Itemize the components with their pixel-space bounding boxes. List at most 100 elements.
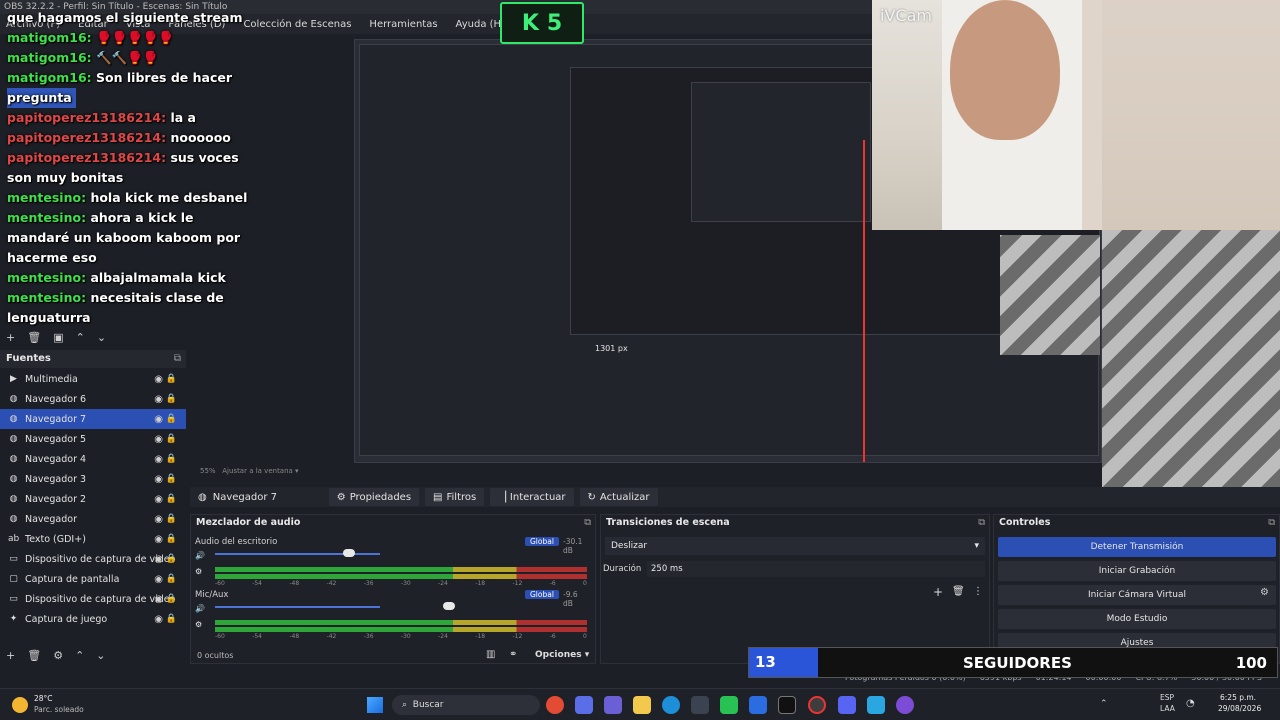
add-icon[interactable]: + — [6, 331, 15, 344]
source-item[interactable]: ab Texto (GDI+) ◉ 🔒 — [0, 529, 186, 549]
eye-icon[interactable]: ◉ — [154, 534, 163, 545]
eye-icon[interactable]: ◉ — [154, 454, 163, 465]
weather-temp[interactable]: 28°C — [34, 694, 53, 703]
lock-icon[interactable]: 🔒 — [166, 454, 177, 464]
source-item[interactable]: ▶ Multimedia ◉ 🔒 — [0, 369, 186, 389]
source-item[interactable]: ◍ Navegador 4 ◉ 🔒 — [0, 449, 186, 469]
move-down-icon[interactable]: ⌄ — [96, 649, 105, 662]
eye-icon[interactable]: ◉ — [154, 514, 163, 525]
properties-button[interactable]: ⚙ Propiedades — [328, 488, 420, 506]
duration-input[interactable]: 250 ms — [647, 561, 985, 577]
edge-icon[interactable] — [662, 696, 680, 714]
refresh-button[interactable]: ↻ Actualizar — [579, 488, 658, 506]
volume-knob[interactable] — [342, 549, 355, 557]
weather-icon[interactable] — [12, 697, 28, 713]
filters-button[interactable]: ▤ Filtros — [425, 488, 485, 506]
volume-slider[interactable] — [215, 553, 380, 555]
move-up-icon[interactable]: ⌃ — [75, 649, 84, 662]
eye-icon[interactable]: ◉ — [154, 394, 163, 405]
clock-date[interactable]: 29/08/2026 — [1218, 704, 1261, 713]
lock-icon[interactable]: 🔒 — [166, 474, 177, 484]
add-source-icon[interactable]: + — [6, 649, 15, 662]
transition-select[interactable]: Deslizar ▾ — [605, 537, 985, 555]
gear-icon[interactable]: ⚙ — [53, 649, 63, 662]
eye-icon[interactable]: ◉ — [154, 434, 163, 445]
tiktok-icon[interactable] — [778, 696, 796, 714]
eye-icon[interactable]: ◉ — [154, 474, 163, 485]
store-icon[interactable] — [691, 696, 709, 714]
folder-icon[interactable] — [633, 696, 651, 714]
lock-icon[interactable]: 🔒 — [166, 494, 177, 504]
control-button[interactable]: Iniciar Grabación — [998, 561, 1276, 581]
lang-indicator-2[interactable]: LAA — [1160, 704, 1175, 713]
source-item[interactable]: ✦ Captura de juego ◉ 🔒 — [0, 609, 186, 629]
wifi-icon[interactable]: ◔ — [1186, 698, 1195, 709]
menu-item[interactable]: Ayuda (H) — [456, 19, 505, 30]
lang-indicator[interactable]: ESP — [1160, 693, 1174, 702]
app-icon-4[interactable] — [896, 696, 914, 714]
eye-icon[interactable]: ◉ — [154, 554, 163, 565]
weather-desc[interactable]: Parc. soleado — [34, 705, 84, 714]
add-transition-icon[interactable]: + — [933, 585, 943, 599]
source-item[interactable]: ◍ Navegador 6 ◉ 🔒 — [0, 389, 186, 409]
menu-item[interactable]: Herramientas — [369, 19, 437, 30]
lock-icon[interactable]: 🔒 — [166, 414, 177, 424]
source-item[interactable]: ◍ Navegador ◉ 🔒 — [0, 509, 186, 529]
control-button[interactable]: Iniciar Cámara Virtual — [998, 585, 1276, 605]
source-item[interactable]: ◍ Navegador 5 ◉ 🔒 — [0, 429, 186, 449]
lock-icon[interactable]: 🔒 — [166, 434, 177, 444]
eye-icon[interactable]: ◉ — [154, 374, 163, 385]
speaker-icon[interactable]: 🔊 — [195, 604, 205, 613]
trash-icon[interactable]: 🗑 — [27, 331, 41, 344]
options-button[interactable]: Opciones ▾ — [535, 650, 589, 660]
volume-knob[interactable] — [443, 602, 456, 610]
source-item[interactable]: ▭ Dispositivo de captura de video ◉ 🔒 — [0, 589, 186, 609]
track-gear-icon[interactable]: ⚙ — [195, 567, 202, 576]
control-button[interactable]: Modo Estudio — [998, 609, 1276, 629]
app-icon-3[interactable] — [867, 696, 885, 714]
lock-icon[interactable]: 🔒 — [166, 514, 177, 524]
link-icon[interactable]: ⚭ — [509, 649, 517, 660]
dock-icon[interactable]: ⧉ — [174, 350, 181, 368]
obs-icon[interactable] — [808, 696, 826, 714]
global-badge[interactable]: Global — [525, 590, 559, 599]
speaker-icon[interactable]: 🔊 — [195, 551, 205, 560]
zoom-readout[interactable]: 55% Ajustar a la ventana ▾ — [200, 467, 299, 475]
chrome-icon[interactable] — [546, 696, 564, 714]
discord-icon[interactable] — [838, 696, 856, 714]
remove-transition-icon[interactable]: 🗑 — [952, 586, 965, 597]
source-item[interactable]: ◍ Navegador 2 ◉ 🔒 — [0, 489, 186, 509]
lock-icon[interactable]: 🔒 — [166, 614, 177, 624]
lock-icon[interactable]: 🔒 — [166, 394, 177, 404]
chevron-down-icon[interactable]: ⌄ — [97, 331, 106, 344]
dock-icon[interactable]: ⧉ — [584, 515, 591, 531]
eye-icon[interactable]: ◉ — [154, 414, 163, 425]
eye-icon[interactable]: ◉ — [154, 594, 163, 605]
interact-button[interactable]: ▕ Interactuar — [490, 488, 574, 506]
dock-icon[interactable]: ⧉ — [1268, 515, 1275, 531]
lock-icon[interactable]: 🔒 — [166, 534, 177, 544]
taskbar-search[interactable]: ⌕ Buscar — [392, 695, 540, 715]
source-item[interactable]: ◍ Navegador 7 ◉ 🔒 — [0, 409, 186, 429]
global-badge[interactable]: Global — [525, 537, 559, 546]
eye-icon[interactable]: ◉ — [154, 494, 163, 505]
app-icon[interactable] — [604, 696, 622, 714]
volume-slider[interactable] — [215, 606, 380, 608]
source-item[interactable]: ▭ Dispositivo de captura de video ◉ 🔒 — [0, 549, 186, 569]
clock-time[interactable]: 6:25 p.m. — [1220, 693, 1256, 702]
virtual-cam-gear-icon[interactable]: ⚙ — [1260, 587, 1269, 598]
remove-source-icon[interactable]: 🗑 — [27, 649, 41, 662]
whatsapp-icon[interactable] — [720, 696, 738, 714]
copilot-icon[interactable] — [575, 696, 593, 714]
lock-icon[interactable]: 🔒 — [166, 554, 177, 564]
lock-icon[interactable]: 🔒 — [166, 574, 177, 584]
source-item[interactable]: ◍ Navegador 3 ◉ 🔒 — [0, 469, 186, 489]
tray-chevron-icon[interactable]: ⌃ — [1100, 699, 1108, 709]
track-gear-icon[interactable]: ⚙ — [195, 620, 202, 629]
filter-icon[interactable]: ▣ — [53, 331, 63, 344]
app-icon-2[interactable] — [749, 696, 767, 714]
source-item[interactable]: ▢ Captura de pantalla ◉ 🔒 — [0, 569, 186, 589]
windows-start-icon[interactable] — [367, 697, 383, 713]
lock-icon[interactable]: 🔒 — [166, 594, 177, 604]
eye-icon[interactable]: ◉ — [154, 574, 163, 585]
